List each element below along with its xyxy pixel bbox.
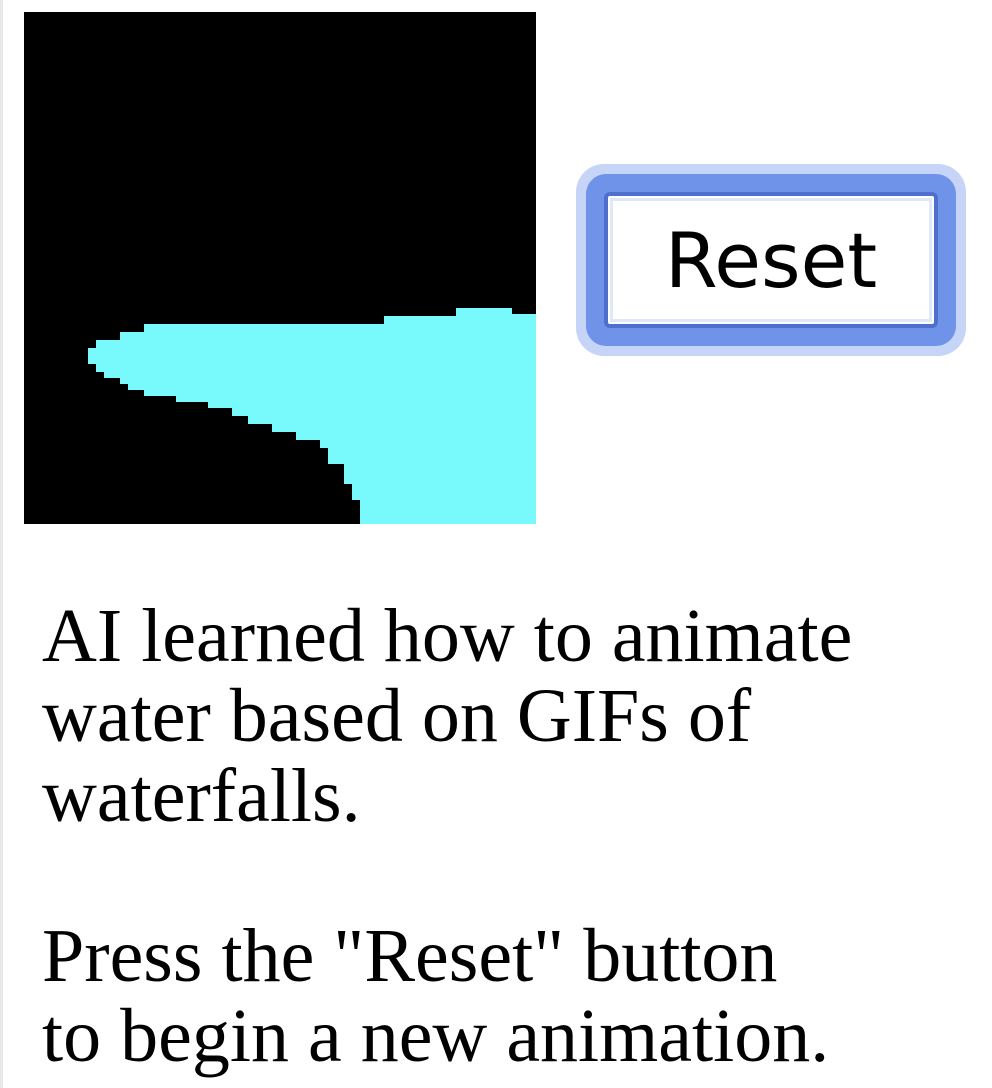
description-line-2: water based on GIFs of (42, 674, 752, 758)
page: Reset AI learned how to animate water ba… (0, 0, 992, 1088)
instruction-line-2: to begin a new animation. (42, 994, 830, 1078)
description-text: AI learned how to animate water based on… (42, 596, 962, 1076)
reset-button[interactable]: Reset (604, 192, 938, 328)
animation-frame (24, 12, 536, 524)
animation-canvas (24, 12, 536, 524)
instruction-line-1: Press the "Reset" button (42, 914, 778, 998)
description-line-3: waterfalls. (42, 754, 361, 838)
description-line-1: AI learned how to animate (42, 594, 853, 678)
left-divider (0, 0, 3, 1088)
